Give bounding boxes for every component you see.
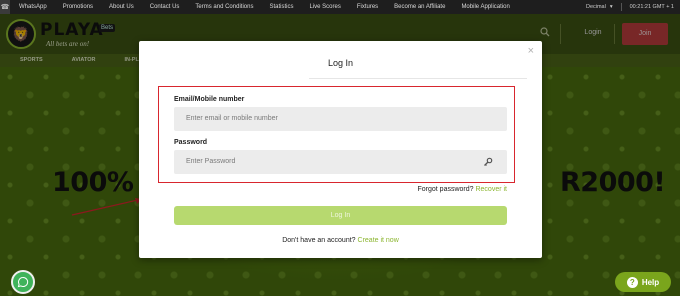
key-icon[interactable] (483, 157, 493, 167)
divider (309, 78, 527, 79)
top-link-fixtures[interactable]: Fixtures (348, 0, 385, 14)
divider (620, 3, 622, 11)
clock-time: 00:21:21 GMT + 1 (629, 4, 674, 10)
login-submit-button[interactable]: Log In (174, 206, 507, 225)
chat-icon[interactable] (11, 270, 35, 294)
top-link-contact[interactable]: Contact Us (141, 0, 187, 14)
odds-format-select[interactable]: Decimal (586, 4, 606, 10)
close-icon[interactable]: × (528, 45, 534, 57)
create-account-link[interactable]: Create it now (358, 237, 399, 244)
top-bar-right: Decimal ▾ 00:21:21 GMT + 1 (586, 3, 680, 11)
email-field[interactable]: Enter email or mobile number (174, 107, 507, 131)
signup-prompt: Don't have an account? Create it now (139, 237, 542, 244)
password-label: Password (174, 139, 208, 146)
top-link-mobile-app[interactable]: Mobile Application (452, 0, 516, 14)
top-bar: ☎ WhatsApp Promotions About Us Contact U… (0, 0, 680, 14)
help-label: Help (641, 277, 660, 287)
password-field[interactable]: Enter Password (174, 150, 507, 174)
login-modal: × Log In Email/Mobile number Enter email… (139, 41, 542, 258)
signup-text: Don't have an account? (282, 237, 356, 244)
top-link-promotions[interactable]: Promotions (54, 0, 100, 14)
password-placeholder: Enter Password (186, 158, 236, 165)
top-link-live-scores[interactable]: Live Scores (300, 0, 347, 14)
top-link-statistics[interactable]: Statistics (260, 0, 300, 14)
forgot-password-text: Forgot password? (417, 186, 474, 193)
help-icon: ? (626, 276, 638, 288)
top-link-terms[interactable]: Terms and Conditions (186, 0, 260, 14)
chevron-down-icon[interactable]: ▾ (610, 4, 613, 10)
top-link-whatsapp[interactable]: WhatsApp (10, 0, 54, 14)
recover-link[interactable]: Recover it (475, 186, 507, 193)
email-label: Email/Mobile number (174, 96, 245, 103)
help-button[interactable]: ? Help (615, 272, 671, 292)
top-link-affiliate[interactable]: Become an Affiliate (385, 0, 452, 14)
top-link-about[interactable]: About Us (100, 0, 141, 14)
modal-title: Log In (327, 58, 354, 68)
forgot-password: Forgot password? Recover it (418, 186, 508, 193)
phone-icon[interactable]: ☎ (0, 0, 10, 14)
top-links: WhatsApp Promotions About Us Contact Us … (10, 0, 517, 14)
